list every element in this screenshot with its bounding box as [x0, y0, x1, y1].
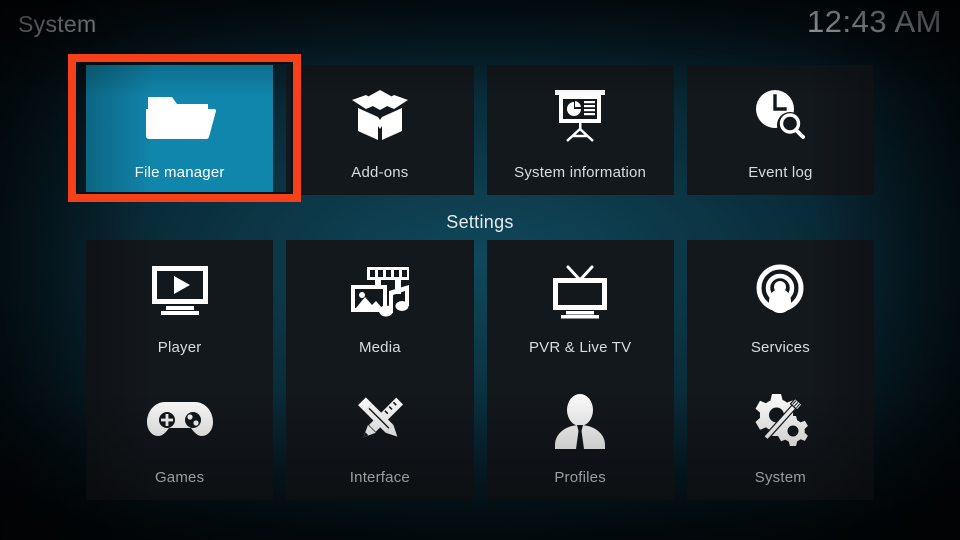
clock-search-icon [687, 65, 874, 164]
settings-section-label: Settings [446, 212, 514, 232]
page-title: System [18, 11, 97, 37]
tile-media[interactable]: Media [286, 240, 474, 370]
broadcast-user-icon [687, 240, 874, 339]
header-bar: System 12:43 AM [0, 0, 960, 52]
media-library-icon [286, 240, 473, 339]
tile-system[interactable]: System [686, 370, 874, 500]
top-tile-row: File manager Add-ons System information … [86, 65, 874, 195]
tile-label: Player [157, 339, 202, 356]
tile-pvr-live-tv[interactable]: PVR & Live TV [486, 240, 674, 370]
tile-event-log[interactable]: Event log [686, 65, 874, 195]
tile-label: Media [358, 339, 401, 356]
tile-games[interactable]: Games [86, 370, 274, 500]
tile-label: System information [514, 164, 647, 181]
monitor-play-icon [86, 240, 273, 339]
gear-wrench-icon [687, 370, 874, 469]
kodi-system-screen: System 12:43 AM File manager Add-ons Sys… [0, 0, 960, 540]
folder-icon [86, 65, 273, 164]
tile-label: Add-ons [351, 164, 409, 181]
tile-interface[interactable]: Interface [286, 370, 474, 500]
user-bust-icon [487, 370, 674, 469]
tile-label: Interface [349, 469, 410, 486]
pencil-ruler-icon [286, 370, 473, 469]
tile-label: Games [154, 469, 205, 486]
tile-file-manager[interactable]: File manager [86, 65, 274, 195]
open-box-icon [286, 65, 473, 164]
settings-row-1: Player Media PVR & Live TV Services [86, 240, 874, 370]
tile-label: PVR & Live TV [528, 339, 632, 356]
clock: 12:43 AM [807, 4, 942, 39]
gamepad-icon [86, 370, 273, 469]
tile-label: Event log [748, 164, 813, 181]
tile-services[interactable]: Services [686, 240, 874, 370]
tile-add-ons[interactable]: Add-ons [286, 65, 474, 195]
tile-profiles[interactable]: Profiles [486, 370, 674, 500]
tile-label: File manager [134, 164, 225, 181]
tv-antenna-icon [487, 240, 674, 339]
presentation-chart-icon [487, 65, 674, 164]
settings-row-2: Games Interface Profiles System [86, 370, 874, 500]
tile-label: Services [750, 339, 810, 356]
tile-player[interactable]: Player [86, 240, 274, 370]
tile-system-information[interactable]: System information [486, 65, 674, 195]
tile-label: System [754, 469, 806, 486]
tile-label: Profiles [554, 469, 606, 486]
